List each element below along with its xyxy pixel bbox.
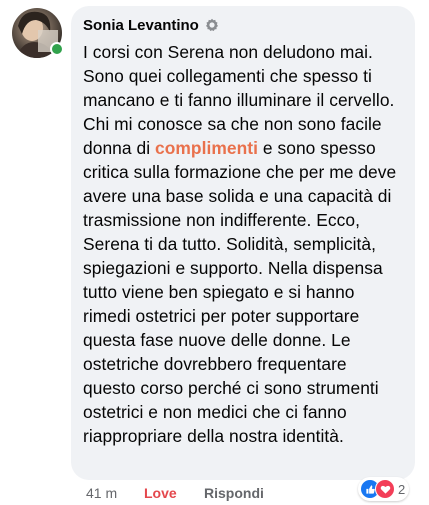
reaction-summary[interactable]: 2 [358,477,410,501]
comment-text-part-2: e sono spesso critica sulla formazione c… [83,138,397,446]
love-icon [375,479,395,499]
comment-bubble: Sonia Levantino I corsi con Serena non d… [71,6,415,480]
love-button[interactable]: Love [144,485,204,501]
comment-header: Sonia Levantino [83,14,403,36]
comment-author[interactable]: Sonia Levantino [83,17,199,34]
reaction-count: 2 [398,481,406,497]
comment-timestamp[interactable]: 41 m [86,485,144,501]
avatar-container[interactable] [12,8,64,60]
online-status-dot [50,42,64,56]
comment-highlight: complimenti [155,138,258,158]
comment-text: I corsi con Serena non deludono mai. Son… [83,40,403,448]
gear-badge-icon [205,18,219,32]
comment-actions: 41 m Love Rispondi [86,483,264,503]
reply-button[interactable]: Rispondi [204,485,264,501]
